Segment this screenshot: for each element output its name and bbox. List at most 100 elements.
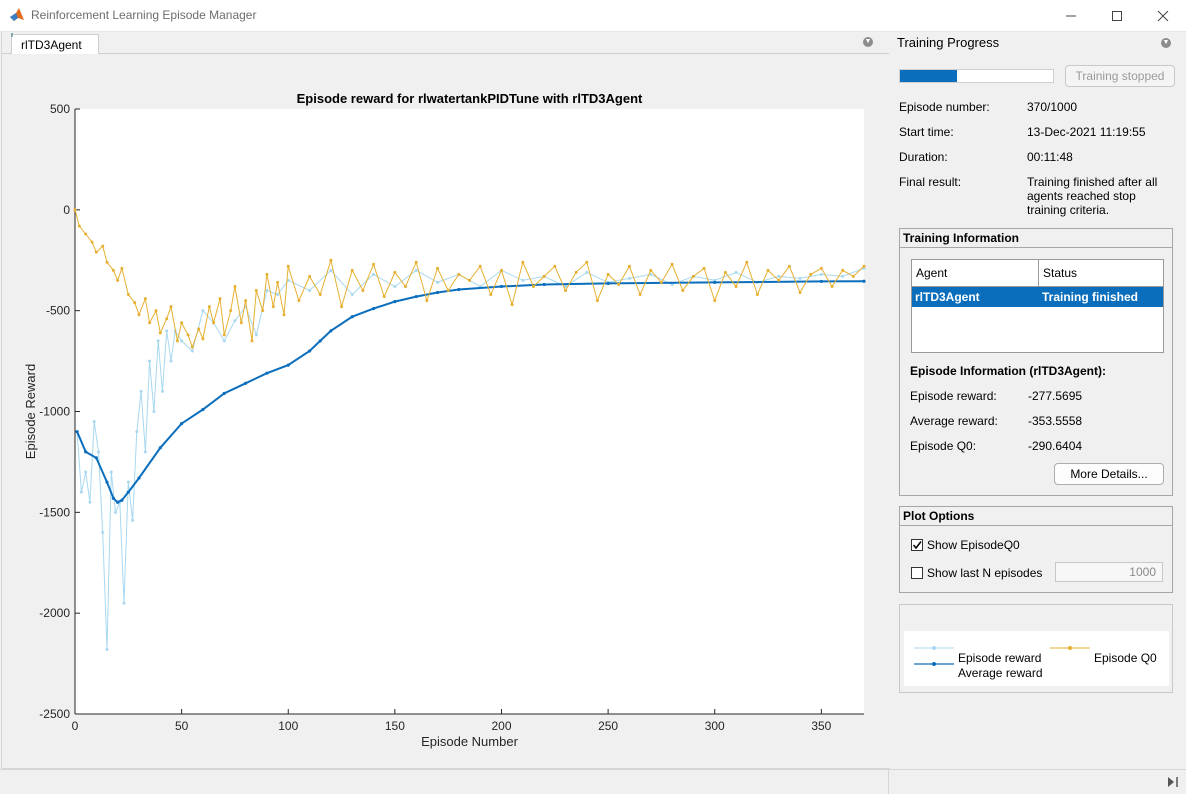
close-icon <box>1157 10 1169 21</box>
data-point-average-reward <box>126 490 130 494</box>
table-row[interactable]: rlTD3Agent Training finished <box>912 287 1163 307</box>
data-point-episode-q0 <box>734 284 738 288</box>
panel-title: Training Progress <box>897 35 1000 50</box>
data-point-episode-reward <box>84 470 88 474</box>
panel-menu-chevron-icon[interactable]: ▼ <box>1161 38 1171 48</box>
data-point-episode-q0 <box>777 278 781 282</box>
data-point-episode-reward <box>350 293 354 297</box>
data-point-average-reward <box>499 284 504 289</box>
final-result-line-1: Training finished after all <box>1027 175 1158 189</box>
minimize-button[interactable] <box>1048 0 1094 31</box>
data-point-episode-reward <box>109 470 113 474</box>
average-reward-value: -353.5558 <box>1028 414 1083 428</box>
more-details-button[interactable]: More Details... <box>1054 463 1164 485</box>
data-point-episode-reward <box>734 270 738 274</box>
close-button[interactable] <box>1140 0 1186 31</box>
maximize-icon <box>1112 10 1122 21</box>
data-point-average-reward <box>75 430 79 434</box>
data-point-episode-reward <box>190 349 194 353</box>
x-axis-label: Episode Number <box>421 734 518 749</box>
episode-q0-value: -290.6404 <box>1028 439 1083 453</box>
data-point-episode-q0 <box>137 313 141 317</box>
plot-options-title: Plot Options <box>903 509 975 523</box>
y-tick-label: -2500 <box>39 707 70 721</box>
episode-reward-value: -277.5695 <box>1028 389 1083 403</box>
data-point-episode-reward <box>585 270 589 274</box>
data-point-episode-q0 <box>229 309 233 313</box>
duration-value: 00:11:48 <box>1027 150 1073 164</box>
data-point-episode-reward <box>122 601 126 605</box>
data-point-episode-q0 <box>158 331 162 335</box>
chart-title: Episode reward for rlwatertankPIDTune wi… <box>297 91 643 106</box>
data-point-average-reward <box>318 339 322 343</box>
episode-q0-label: Episode Q0: <box>910 439 977 453</box>
data-point-episode-q0 <box>830 284 834 288</box>
data-point-episode-reward <box>88 500 92 504</box>
show-q0-checkbox[interactable] <box>911 539 923 551</box>
row-agent-cell: rlTD3Agent <box>915 290 980 304</box>
y-tick-label: -2000 <box>39 606 70 620</box>
data-point-episode-q0 <box>585 260 589 264</box>
data-point-episode-reward <box>143 450 147 454</box>
data-point-episode-q0 <box>617 282 621 286</box>
data-point-episode-q0 <box>133 301 137 305</box>
data-point-episode-reward <box>841 274 845 278</box>
data-point-episode-q0 <box>101 244 105 248</box>
data-point-episode-q0 <box>755 293 759 297</box>
data-point-episode-q0 <box>499 268 503 272</box>
x-tick-label: 350 <box>811 719 831 733</box>
data-point-episode-q0 <box>116 278 120 282</box>
agent-table: Agent Status rlTD3Agent Training finishe… <box>911 259 1164 353</box>
data-point-episode-q0 <box>361 289 365 292</box>
column-header-status[interactable]: Status <box>1039 260 1163 287</box>
data-point-episode-q0 <box>239 321 243 325</box>
data-point-episode-q0 <box>250 339 254 343</box>
y-tick-label: -1000 <box>39 405 70 419</box>
data-point-episode-q0 <box>542 274 546 278</box>
data-point-average-reward <box>243 381 248 385</box>
show-last-n-checkbox[interactable] <box>911 567 923 579</box>
data-point-average-reward <box>307 349 312 353</box>
progress-fill <box>900 70 957 82</box>
data-point-episode-q0 <box>841 268 845 272</box>
data-point-episode-q0 <box>84 232 88 236</box>
maximize-button[interactable] <box>1094 0 1140 31</box>
training-stopped-button[interactable]: Training stopped <box>1065 65 1175 87</box>
data-point-episode-reward <box>222 339 226 343</box>
data-point-episode-reward <box>105 647 109 651</box>
data-point-episode-q0 <box>436 266 440 270</box>
data-point-episode-q0 <box>702 266 706 270</box>
y-tick-label: -500 <box>46 304 70 318</box>
x-tick-label: 0 <box>72 719 79 733</box>
data-point-episode-q0 <box>207 305 211 309</box>
last-n-episodes-input[interactable]: 1000 <box>1055 562 1163 582</box>
data-point-episode-reward <box>148 359 152 363</box>
data-point-episode-reward <box>276 293 280 297</box>
data-point-average-reward <box>120 498 124 502</box>
data-point-episode-q0 <box>90 240 94 244</box>
data-point-episode-q0 <box>265 272 269 276</box>
data-point-episode-reward <box>372 272 376 276</box>
data-point-episode-q0 <box>276 280 280 284</box>
column-header-status-label: Status <box>1043 266 1078 280</box>
data-point-episode-q0 <box>638 293 642 297</box>
data-point-episode-q0 <box>457 272 461 276</box>
data-point-episode-q0 <box>165 317 169 321</box>
data-point-episode-reward <box>414 268 418 272</box>
data-point-episode-q0 <box>169 305 173 309</box>
window-title: Reinforcement Learning Episode Manager <box>31 8 257 22</box>
collapse-panel-icon[interactable] <box>1166 776 1180 788</box>
data-point-episode-q0 <box>120 266 124 270</box>
data-point-episode-q0 <box>382 295 386 299</box>
data-point-average-reward <box>222 391 226 395</box>
training-information-title: Training Information <box>903 231 1019 245</box>
data-point-episode-q0 <box>521 260 525 264</box>
data-point-average-reward <box>862 279 866 283</box>
data-point-episode-reward <box>201 309 205 313</box>
column-header-agent[interactable]: Agent <box>912 260 1039 287</box>
data-point-average-reward <box>393 299 397 304</box>
data-point-episode-q0 <box>218 297 222 301</box>
data-point-episode-reward <box>819 272 823 276</box>
data-point-average-reward <box>606 281 610 286</box>
legend-average-reward-marker <box>932 662 936 666</box>
